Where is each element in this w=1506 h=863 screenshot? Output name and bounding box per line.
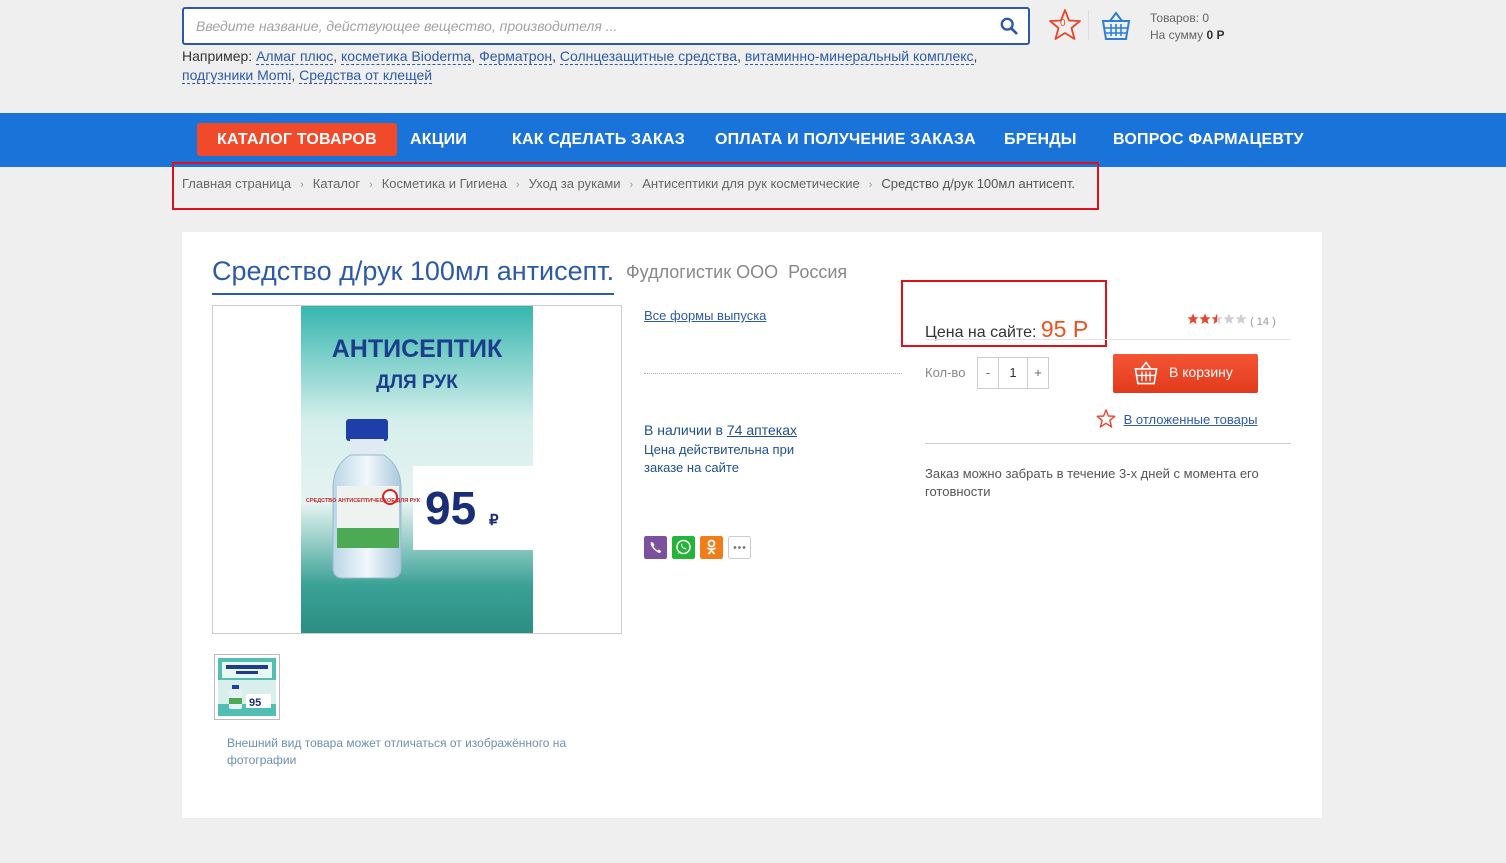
nav-promotions[interactable]: АКЦИИ [410,123,467,156]
star-half-icon [1211,313,1223,324]
quantity-label: Кол-во [925,365,966,380]
nav-ask-pharmacist[interactable]: ВОПРОС ФАРМАЦЕВТУ [1113,123,1304,156]
product-thumbnail[interactable]: 95 [214,654,280,720]
product-photo: АНТИСЕПТИК ДЛЯ РУК 95 ₽ СРЕДСТВО АНТИСЕП… [301,306,533,633]
product-main-image[interactable]: АНТИСЕПТИК ДЛЯ РУК 95 ₽ СРЕДСТВО АНТИСЕП… [212,305,622,634]
image-price: 95 [425,482,476,534]
favorites-count: 0 [1060,18,1066,29]
odnoklassniki-icon[interactable] [700,536,723,559]
pharmacies-link[interactable]: 74 аптеках [727,422,797,438]
main-nav: КАТАЛОГ ТОВАРОВ АКЦИИ КАК СДЕЛАТЬ ЗАКАЗ … [0,113,1506,167]
nav-catalog[interactable]: КАТАЛОГ ТОВАРОВ [197,123,397,156]
rating-count: ( 14 ) [1250,316,1276,328]
cart-sum-value: 0 Р [1206,28,1225,42]
example-link[interactable]: витаминно-минеральный комплекс [744,48,974,65]
cart-sum: На сумму 0 Р [1150,28,1225,42]
search-box [182,7,1030,45]
manufacturer-name[interactable]: Фудлогистик ООО [626,262,778,282]
add-to-cart-button[interactable]: В корзину [1113,354,1258,393]
cart-basket-icon [1134,361,1158,385]
price-highlight-box [901,280,1107,347]
star-full-icon [1199,313,1211,324]
thumbnail-image: 95 [218,658,276,716]
viber-icon[interactable] [644,536,667,559]
search-icon[interactable] [1000,17,1018,35]
right-divider [925,443,1291,444]
quantity-minus-button[interactable]: - [978,358,998,388]
nav-payment-delivery[interactable]: ОПЛАТА И ПОЛУЧЕНИЕ ЗАКАЗА [715,123,976,156]
star-empty-icon [1235,313,1247,324]
nav-how-to-order[interactable]: КАК СДЕЛАТЬ ЗАКАЗ [512,123,685,156]
example-link[interactable]: Средства от клещей [299,67,433,84]
star-outline-icon [1096,409,1116,428]
example-link[interactable]: Ферматрон [479,48,553,65]
header-divider [1088,10,1089,40]
dotted-divider [644,373,902,374]
manufacturer-country: Россия [788,262,848,282]
image-bottle-label: СРЕДСТВО АНТИСЕПТИЧЕСКОЕ ДЛЯ РУК [306,498,421,504]
image-currency: ₽ [489,512,499,529]
image-caption-line2: ДЛЯ РУК [376,372,458,393]
thumbnail-price: 95 [249,697,261,709]
cart-summary[interactable]: Товаров: 0 На сумму 0 Р [1150,10,1225,44]
whatsapp-icon[interactable] [672,536,695,559]
add-to-cart-label: В корзину [1169,364,1233,380]
star-empty-icon [1223,313,1235,324]
search-examples: Например: Алмаг плюс, косметика Bioderma… [182,48,978,84]
product-title: Средство д/рук 100мл антисепт. [212,256,615,295]
quantity-input[interactable]: 1 [998,358,1028,388]
breadcrumb-highlight-box [172,162,1099,210]
stock-availability: В наличии в 74 аптеках [644,421,834,440]
rating[interactable]: ( 14 ) [1187,313,1276,328]
quantity-plus-button[interactable]: + [1028,358,1048,388]
example-link[interactable]: косметика Bioderma [341,48,472,65]
example-link[interactable]: подгузники Momi [182,67,292,84]
product-manufacturer: Фудлогистик ООО Россия [626,262,847,283]
add-to-deferred[interactable]: В отложенные товары [1096,409,1257,429]
examples-prefix: Например: [182,48,253,64]
image-caption-line1: АНТИСЕПТИК [332,335,503,363]
price-validity-note: Цена действительна при заказе на сайте [644,442,795,475]
all-forms-link[interactable]: Все формы выпуска [644,308,766,323]
example-link[interactable]: Солнцезащитные средства [559,48,738,65]
cart-basket-icon[interactable] [1100,10,1132,42]
image-disclaimer: Внешний вид товара может отличаться от и… [227,736,567,767]
example-link[interactable]: Алмаг плюс [256,48,334,65]
more-icon[interactable] [728,536,751,559]
pickup-note: Заказ можно забрать в течение 3-х дней с… [925,466,1259,499]
quantity-stepper: - 1 + [977,357,1049,389]
cart-items: Товаров: 0 [1150,11,1210,25]
deferred-link[interactable]: В отложенные товары [1124,412,1258,427]
stock-prefix: В наличии в [644,422,723,438]
star-full-icon [1187,313,1199,324]
search-input[interactable] [184,9,964,43]
price-divider [925,339,1291,340]
nav-brands[interactable]: БРЕНДЫ [1004,123,1077,156]
